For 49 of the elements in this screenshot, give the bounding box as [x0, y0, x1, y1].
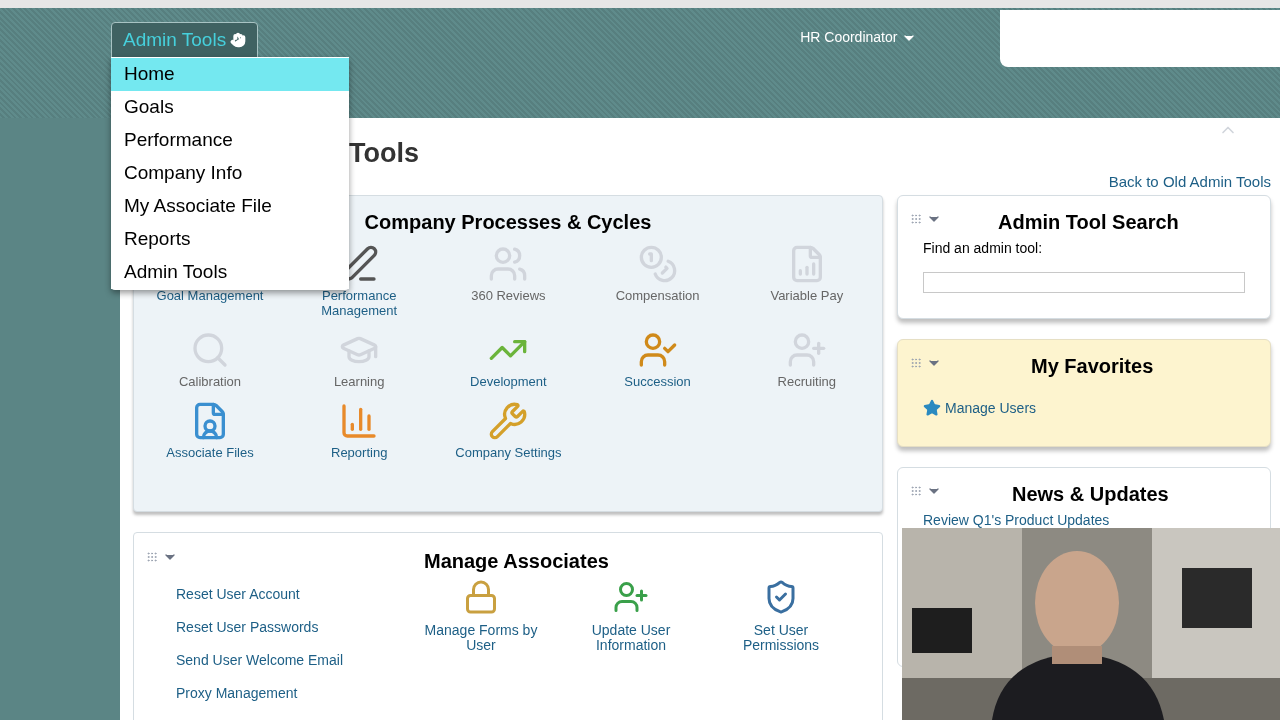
tile-link[interactable]: Reporting: [331, 444, 388, 460]
tile-link[interactable]: Company Settings: [455, 444, 562, 460]
wrench-icon: [488, 400, 529, 441]
tile-link[interactable]: Set User Permissions: [716, 622, 846, 653]
menu-item[interactable]: Performance: [111, 124, 349, 157]
tile-link[interactable]: Associate Files: [166, 444, 254, 460]
hand-cursor-icon: [230, 32, 247, 48]
associate-link[interactable]: Reset User Account: [176, 584, 406, 604]
tile-link[interactable]: Compensation: [615, 287, 700, 303]
panel-title: Manage Associates: [424, 548, 609, 573]
tile-link[interactable]: Manage Forms by User: [416, 622, 546, 653]
news-link[interactable]: Review Q1's Product Updates: [923, 511, 1258, 529]
tile-link[interactable]: Development: [470, 373, 547, 389]
panel-title: News & Updates: [1012, 481, 1169, 506]
panel-title: Admin Tool Search: [998, 209, 1179, 234]
menu-item[interactable]: My Associate File: [111, 190, 349, 223]
panel-title: My Favorites: [1031, 353, 1154, 378]
menu-item[interactable]: Goals: [111, 91, 349, 124]
page-title: Tools: [349, 137, 420, 170]
associate-link[interactable]: Send User Welcome Email: [176, 650, 406, 670]
coins-icon: [637, 243, 678, 284]
drag-handle-icon[interactable]: [910, 212, 922, 225]
tile-link[interactable]: Variable Pay: [770, 287, 844, 303]
menu-item[interactable]: Company Info: [111, 157, 349, 190]
tile-link[interactable]: Calibration: [178, 373, 242, 389]
field-label: Find an admin tool:: [923, 238, 1044, 258]
associate-link[interactable]: Reset User Passwords: [176, 617, 406, 637]
menu-item[interactable]: Home: [111, 58, 349, 91]
tile-link[interactable]: Performance Management: [284, 287, 435, 318]
tile-link[interactable]: 360 Reviews: [471, 287, 546, 303]
tile-link[interactable]: Goal Management: [156, 287, 264, 303]
search-field[interactable]: [923, 271, 1245, 293]
user-menu[interactable]: HR Coordinator: [800, 27, 918, 48]
tile-link[interactable]: Learning: [333, 373, 385, 389]
associate-link[interactable]: Proxy Management: [176, 683, 406, 703]
padlock-icon: [463, 578, 499, 615]
favorite-link[interactable]: Manage Users: [945, 397, 1037, 419]
tile-link[interactable]: Recruiting: [777, 373, 837, 389]
tile-link[interactable]: Update User Information: [566, 622, 696, 653]
menu-item[interactable]: Admin Tools: [111, 256, 349, 289]
star-icon: [923, 399, 941, 417]
drag-handle-icon[interactable]: [910, 484, 922, 497]
admin-tools-menu-button[interactable]: Admin Tools: [111, 22, 259, 58]
back-link[interactable]: Back to Old Admin Tools: [1108, 171, 1271, 194]
drag-handle-icon[interactable]: [146, 550, 158, 563]
tile-link[interactable]: Succession: [624, 373, 691, 389]
panel-title: Company Processes & Cycles: [364, 209, 652, 234]
drag-handle-icon[interactable]: [910, 356, 922, 369]
menu-item[interactable]: Reports: [111, 223, 349, 256]
